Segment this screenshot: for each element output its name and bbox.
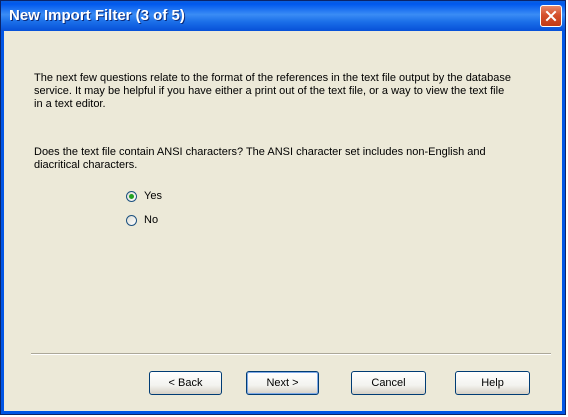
dialog-window: New Import Filter (3 of 5) The next few … <box>0 0 566 415</box>
window-frame-right <box>562 31 565 414</box>
window-frame-bottom <box>1 411 565 414</box>
window-title: New Import Filter (3 of 5) <box>9 7 185 24</box>
close-button[interactable] <box>540 5 562 27</box>
dialog-content: The next few questions relate to the for… <box>4 31 562 411</box>
help-button[interactable]: Help <box>455 371 530 395</box>
back-button[interactable]: < Back <box>149 371 222 395</box>
title-bar[interactable]: New Import Filter (3 of 5) <box>1 1 565 31</box>
radio-label-no: No <box>144 214 159 226</box>
radio-button-no[interactable] <box>126 214 137 226</box>
radio-button-yes[interactable] <box>126 190 137 202</box>
cancel-button[interactable]: Cancel <box>351 371 426 395</box>
next-button[interactable]: Next > <box>246 371 319 395</box>
question-text: Does the text file contain ANSI characte… <box>34 146 486 171</box>
radio-option-no[interactable]: No <box>126 214 158 226</box>
radio-label-yes: Yes <box>144 190 162 202</box>
close-icon <box>545 10 557 22</box>
button-separator <box>31 353 551 355</box>
radio-option-yes[interactable]: Yes <box>126 190 162 202</box>
radio-selected-dot <box>129 193 134 199</box>
intro-text: The next few questions relate to the for… <box>34 72 511 110</box>
